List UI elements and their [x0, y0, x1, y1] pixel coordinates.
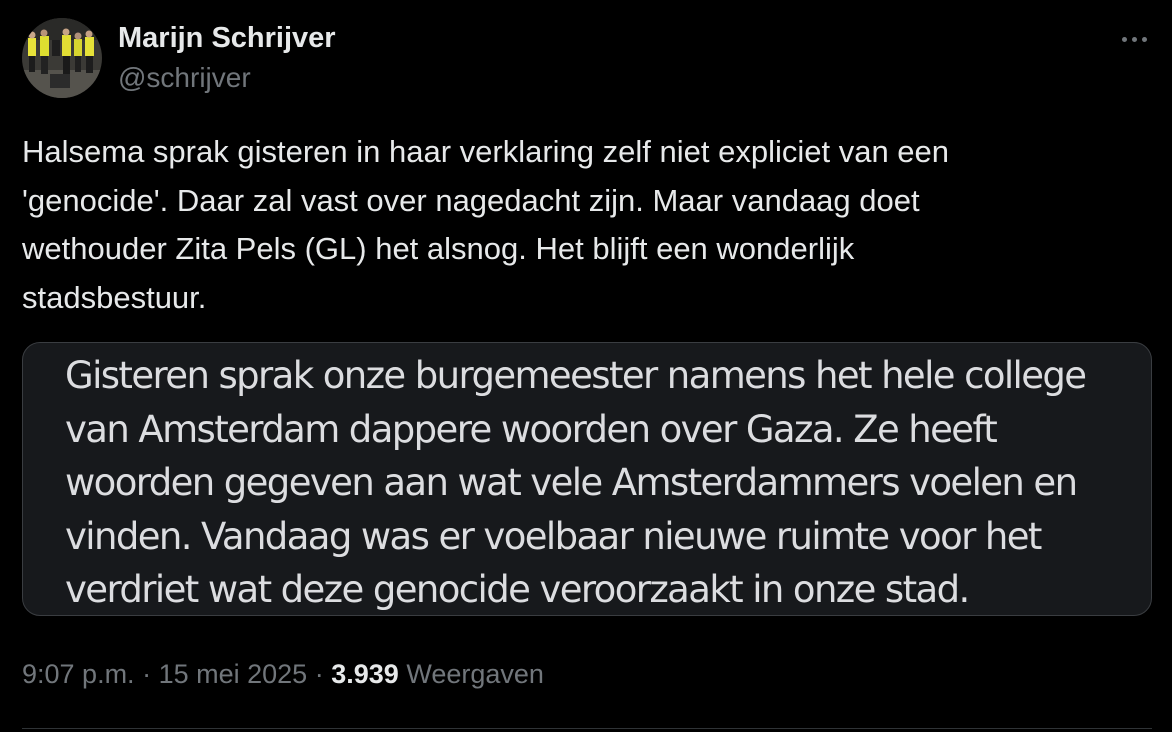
- attached-image-line: Gisteren sprak onze burgemeester namens …: [65, 354, 1087, 397]
- views-label[interactable]: Weergaven: [406, 659, 544, 689]
- tweet-date[interactable]: 15 mei 2025: [159, 659, 308, 689]
- attached-image-line: verdriet wat deze genocide veroorzaakt i…: [65, 568, 970, 611]
- divider: [22, 728, 1152, 729]
- meta-separator: ·: [142, 659, 152, 689]
- author-handle[interactable]: @schrijver: [118, 60, 251, 96]
- tweet-time[interactable]: 9:07 p.m.: [22, 659, 135, 689]
- more-horizontal-icon: [1141, 36, 1147, 42]
- avatar[interactable]: [22, 18, 102, 98]
- tweet-text-line: wethouder Zita Pels (GL) het alsnog. Het…: [22, 231, 855, 266]
- tweet: Marijn Schrijver @schrijver Halsema spra…: [0, 0, 1172, 732]
- tweet-text-line: 'genocide'. Daar zal vast over nagedacht…: [22, 182, 920, 218]
- tweet-text-line: stadsbestuur.: [22, 279, 207, 315]
- attached-image-line: woorden gegeven aan wat vele Amsterdamme…: [65, 461, 1078, 504]
- views-count[interactable]: 3.939: [331, 659, 399, 689]
- tweet-text: Halsema sprak gisteren in haar verklarin…: [22, 128, 1122, 322]
- more-horizontal-icon: [1131, 36, 1137, 42]
- more-options-button[interactable]: [1112, 24, 1156, 54]
- tweet-text-line: Halsema sprak gisteren in haar verklarin…: [22, 134, 950, 169]
- attached-image[interactable]: Gisteren sprak onze burgemeester namens …: [22, 342, 1152, 616]
- attached-image-line: vinden. Vandaag was er voelbaar nieuwe r…: [65, 514, 1042, 558]
- attached-image-line: van Amsterdam dappere woorden over Gaza.…: [65, 407, 998, 451]
- tweet-meta: 9:07 p.m. · 15 mei 2025 · 3.939 Weergave…: [22, 656, 544, 692]
- author-display-name[interactable]: Marijn Schrijver: [118, 20, 336, 56]
- attached-image-text: Gisteren sprak onze burgemeester namens …: [65, 349, 1087, 615]
- meta-separator: ·: [314, 659, 324, 689]
- more-horizontal-icon: [1121, 36, 1127, 42]
- profile-photo: [22, 18, 102, 98]
